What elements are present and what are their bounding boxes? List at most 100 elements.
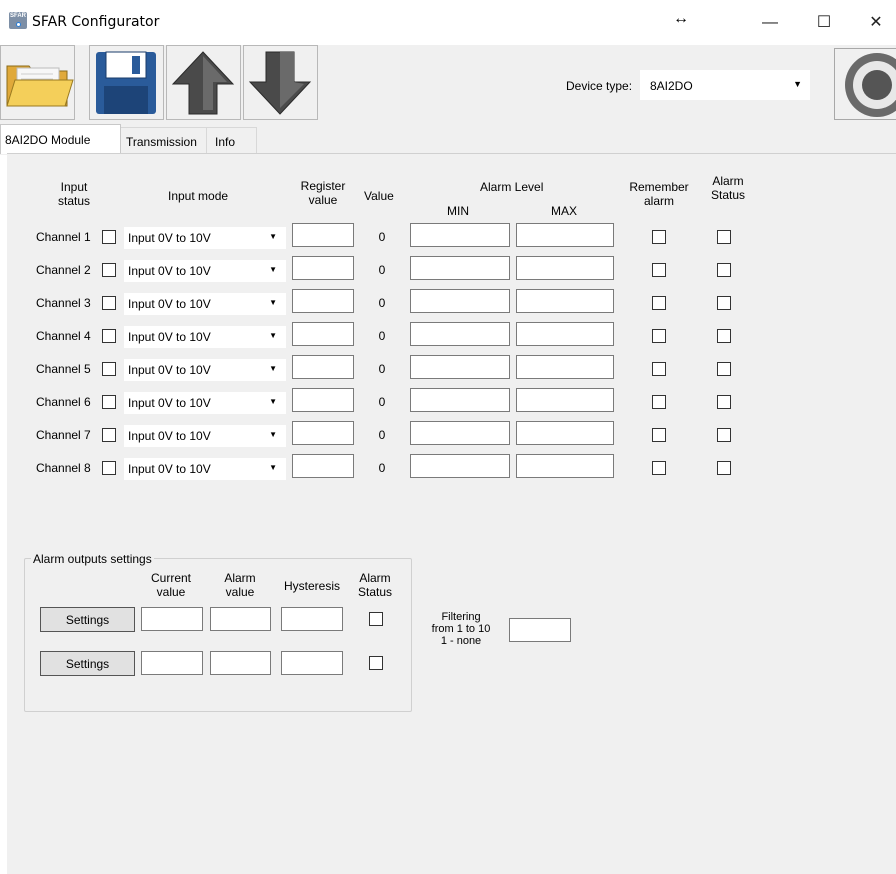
- filtering-label: Filtering from 1 to 10 1 - none: [431, 611, 491, 647]
- alarm-outputs-title: Alarm outputs settings: [31, 552, 154, 566]
- header-register-value: Register value: [300, 179, 346, 207]
- channel-label: Channel 8: [36, 461, 91, 475]
- header-max: MAX: [551, 204, 578, 218]
- connect-button[interactable]: [834, 48, 896, 120]
- input-status-checkbox[interactable]: [102, 362, 116, 376]
- alarm-status-checkbox[interactable]: [717, 296, 731, 310]
- register-value-field[interactable]: [292, 322, 354, 346]
- input-mode-select[interactable]: Input 0V to 10V ▼: [124, 425, 286, 447]
- input-mode-select[interactable]: Input 0V to 10V ▼: [124, 458, 286, 480]
- remember-alarm-checkbox[interactable]: [652, 461, 666, 475]
- tab-8ai2do-module[interactable]: 8AI2DO Module: [0, 124, 121, 154]
- filtering-field[interactable]: [509, 618, 571, 642]
- output-alarm-status-checkbox[interactable]: [369, 612, 383, 626]
- input-status-checkbox[interactable]: [102, 428, 116, 442]
- alarm-min-field[interactable]: [410, 388, 510, 412]
- alarm-max-field[interactable]: [516, 223, 614, 247]
- input-mode-select[interactable]: Input 0V to 10V ▼: [124, 326, 286, 348]
- alarm-min-field[interactable]: [410, 355, 510, 379]
- input-status-checkbox[interactable]: [102, 461, 116, 475]
- remember-alarm-checkbox[interactable]: [652, 296, 666, 310]
- download-button[interactable]: [243, 45, 318, 120]
- connect-icon: [845, 53, 896, 117]
- alarm-value-field[interactable]: [210, 651, 271, 675]
- input-mode-select[interactable]: Input 0V to 10V ▼: [124, 260, 286, 282]
- close-button[interactable]: ✕: [856, 8, 896, 38]
- current-value-field[interactable]: [141, 651, 203, 675]
- channel-value: 0: [378, 263, 386, 277]
- alarm-max-field[interactable]: [516, 322, 614, 346]
- alarm-status-checkbox[interactable]: [717, 263, 731, 277]
- input-status-checkbox[interactable]: [102, 395, 116, 409]
- hysteresis-field[interactable]: [281, 651, 343, 675]
- alarm-max-field[interactable]: [516, 421, 614, 445]
- alarm-status-checkbox[interactable]: [717, 428, 731, 442]
- header-hysteresis: Hysteresis: [283, 579, 340, 593]
- register-value-field[interactable]: [292, 421, 354, 445]
- output-alarm-status-checkbox[interactable]: [369, 656, 383, 670]
- chevron-down-icon: ▼: [269, 463, 277, 472]
- alarm-max-field[interactable]: [516, 289, 614, 313]
- remember-alarm-checkbox[interactable]: [652, 263, 666, 277]
- hysteresis-field[interactable]: [281, 607, 343, 631]
- alarm-max-field[interactable]: [516, 388, 614, 412]
- device-type-value: 8AI2DO: [650, 79, 693, 93]
- remember-alarm-checkbox[interactable]: [652, 329, 666, 343]
- input-mode-select[interactable]: Input 0V to 10V ▼: [124, 293, 286, 315]
- tab-transmission[interactable]: Transmission: [121, 127, 207, 153]
- alarm-max-field[interactable]: [516, 256, 614, 280]
- tab-info[interactable]: Info: [207, 127, 257, 153]
- alarm-max-field[interactable]: [516, 454, 614, 478]
- input-status-checkbox[interactable]: [102, 296, 116, 310]
- alarm-status-checkbox[interactable]: [717, 230, 731, 244]
- register-value-field[interactable]: [292, 454, 354, 478]
- input-mode-select[interactable]: Input 0V to 10V ▼: [124, 227, 286, 249]
- alarm-value-field[interactable]: [210, 607, 271, 631]
- chevron-down-icon: ▼: [269, 364, 277, 373]
- remember-alarm-checkbox[interactable]: [652, 230, 666, 244]
- input-mode-value: Input 0V to 10V: [128, 330, 211, 344]
- chevron-down-icon: ▼: [269, 265, 277, 274]
- channel-value: 0: [378, 296, 386, 310]
- settings-button[interactable]: Settings: [40, 651, 135, 676]
- chevron-down-icon: ▼: [269, 331, 277, 340]
- remember-alarm-checkbox[interactable]: [652, 362, 666, 376]
- register-value-field[interactable]: [292, 256, 354, 280]
- alarm-max-field[interactable]: [516, 355, 614, 379]
- remember-alarm-checkbox[interactable]: [652, 395, 666, 409]
- save-button[interactable]: [89, 45, 164, 120]
- input-mode-select[interactable]: Input 0V to 10V ▼: [124, 392, 286, 414]
- minimize-button[interactable]: —: [750, 8, 790, 38]
- settings-button[interactable]: Settings: [40, 607, 135, 632]
- upload-button[interactable]: [166, 45, 241, 120]
- alarm-min-field[interactable]: [410, 322, 510, 346]
- alarm-min-field[interactable]: [410, 289, 510, 313]
- input-status-checkbox[interactable]: [102, 263, 116, 277]
- chevron-down-icon: ▼: [269, 430, 277, 439]
- alarm-status-checkbox[interactable]: [717, 329, 731, 343]
- register-value-field[interactable]: [292, 223, 354, 247]
- alarm-status-checkbox[interactable]: [717, 362, 731, 376]
- header-input-mode: Input mode: [168, 189, 229, 203]
- current-value-field[interactable]: [141, 607, 203, 631]
- app-icon: SFAR: [9, 12, 27, 29]
- alarm-min-field[interactable]: [410, 454, 510, 478]
- alarm-min-field[interactable]: [410, 223, 510, 247]
- device-type-select[interactable]: 8AI2DO ▼: [640, 70, 810, 100]
- alarm-min-field[interactable]: [410, 421, 510, 445]
- register-value-field[interactable]: [292, 355, 354, 379]
- input-mode-value: Input 0V to 10V: [128, 297, 211, 311]
- channel-value: 0: [378, 428, 386, 442]
- input-status-checkbox[interactable]: [102, 230, 116, 244]
- input-mode-select[interactable]: Input 0V to 10V ▼: [124, 359, 286, 381]
- alarm-min-field[interactable]: [410, 256, 510, 280]
- alarm-status-checkbox[interactable]: [717, 461, 731, 475]
- maximize-button[interactable]: ☐: [804, 8, 844, 38]
- channel-value: 0: [378, 329, 386, 343]
- input-status-checkbox[interactable]: [102, 329, 116, 343]
- register-value-field[interactable]: [292, 388, 354, 412]
- alarm-status-checkbox[interactable]: [717, 395, 731, 409]
- register-value-field[interactable]: [292, 289, 354, 313]
- remember-alarm-checkbox[interactable]: [652, 428, 666, 442]
- open-file-button[interactable]: [0, 45, 75, 120]
